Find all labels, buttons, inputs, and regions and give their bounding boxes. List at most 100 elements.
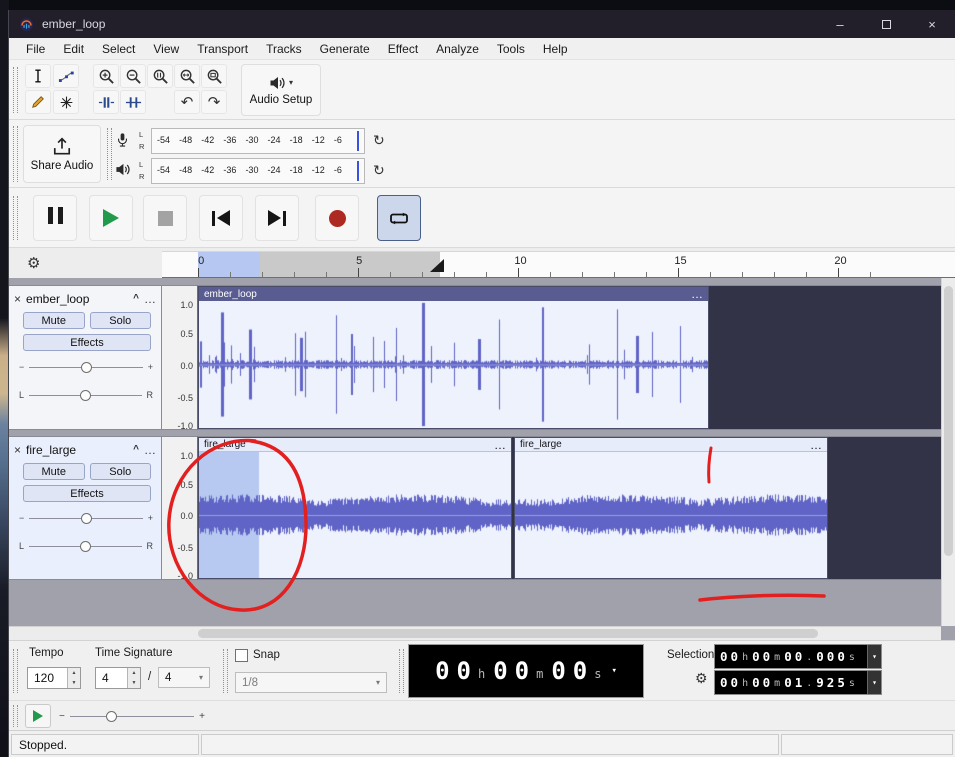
gain-slider[interactable]: − + xyxy=(19,360,153,374)
clip-fire-large-1[interactable]: fire_large … xyxy=(198,437,512,579)
solo-button[interactable]: Solo xyxy=(89,463,151,480)
speed-slider-thumb[interactable] xyxy=(105,710,117,722)
toolbar-grip[interactable] xyxy=(13,196,18,240)
menu-file[interactable]: File xyxy=(17,40,54,58)
chevron-down-icon[interactable]: ▾ xyxy=(867,645,881,668)
close-button[interactable]: × xyxy=(909,10,955,38)
meter-level-caret[interactable] xyxy=(357,161,359,181)
selection-options-gear-icon[interactable]: ⚙ xyxy=(695,670,708,687)
timeline-ruler[interactable]: 0 5 10 15 20 xyxy=(162,251,955,278)
menu-generate[interactable]: Generate xyxy=(311,40,379,58)
toolbar-grip[interactable] xyxy=(13,649,18,693)
snap-interval-select[interactable]: 1/8 ▾ xyxy=(235,672,387,693)
solo-button[interactable]: Solo xyxy=(89,312,151,329)
play-at-speed-button[interactable] xyxy=(25,704,51,728)
clip-menu-icon[interactable]: … xyxy=(691,288,703,300)
audio-setup-button[interactable]: ▾ Audio Setup xyxy=(241,64,321,116)
toolbar-grip[interactable] xyxy=(13,67,18,113)
track-close-icon[interactable]: × xyxy=(14,292,21,306)
snap-checkbox[interactable] xyxy=(235,649,248,662)
mute-button[interactable]: Mute xyxy=(23,312,85,329)
zoom-fit-button[interactable] xyxy=(174,64,200,88)
toolbar-grip[interactable] xyxy=(399,649,404,693)
menu-tools[interactable]: Tools xyxy=(488,40,534,58)
beats-spinner[interactable]: ▲ ▼ xyxy=(127,668,140,688)
redo-button[interactable]: ↷ xyxy=(201,90,227,114)
quick-play-marker[interactable] xyxy=(430,259,444,277)
zoom-selection-button[interactable] xyxy=(147,64,173,88)
silence-audio-button[interactable] xyxy=(120,90,146,114)
pan-slider-thumb[interactable] xyxy=(79,389,91,401)
menu-view[interactable]: View xyxy=(144,40,188,58)
menu-help[interactable]: Help xyxy=(534,40,577,58)
recording-meter-bar[interactable]: -54 -48 -42 -36 -30 -24 -18 -12 -6 xyxy=(151,128,365,154)
pan-slider[interactable]: L R xyxy=(19,388,153,402)
beat-unit-select[interactable]: 4 ▾ xyxy=(158,667,210,688)
track-lane[interactable]: fire_large … fire_large … xyxy=(198,436,942,580)
skip-to-end-button[interactable] xyxy=(255,195,299,241)
menu-select[interactable]: Select xyxy=(93,40,144,58)
effects-button[interactable]: Effects xyxy=(23,485,151,502)
skip-to-start-button[interactable] xyxy=(199,195,243,241)
menu-tracks[interactable]: Tracks xyxy=(257,40,311,58)
waveform-fire-large-1[interactable] xyxy=(199,452,511,578)
pause-button[interactable] xyxy=(33,195,77,241)
draw-tool-button[interactable] xyxy=(25,90,51,114)
playback-meter[interactable]: LR -54 -48 -42 -36 -30 -24 -18 -12 -6 ↻ xyxy=(115,158,403,184)
beats-per-measure-input[interactable]: 4 ▲ ▼ xyxy=(95,667,141,689)
multi-tool-button[interactable] xyxy=(53,90,79,114)
zoom-in-button[interactable] xyxy=(93,64,119,88)
effects-button[interactable]: Effects xyxy=(23,334,151,351)
clip-ember-loop[interactable]: ember_loop … xyxy=(198,286,709,429)
playback-meter-bar[interactable]: -54 -48 -42 -36 -30 -24 -18 -12 -6 xyxy=(151,158,365,184)
timeline-options-gear-icon[interactable]: ⚙ xyxy=(27,254,40,272)
audio-position-display[interactable]: 00 h 00 m 00 s ▾ xyxy=(409,645,643,697)
toolbar-grip[interactable] xyxy=(223,649,228,693)
vertical-scale-ruler[interactable]: 1.0 0.5 0.0 -0.5 -1.0 xyxy=(162,285,198,431)
undo-button[interactable]: ↶ xyxy=(174,90,200,114)
time-format-dropdown-icon[interactable]: ▾ xyxy=(612,666,617,676)
mute-button[interactable]: Mute xyxy=(23,463,85,480)
share-audio-button[interactable]: Share Audio xyxy=(23,125,101,183)
gain-slider[interactable]: − + xyxy=(19,511,153,525)
stop-button[interactable] xyxy=(143,195,187,241)
track-menu-icon[interactable]: … xyxy=(144,293,156,305)
toolbar-grip[interactable] xyxy=(13,126,18,182)
maximize-button[interactable] xyxy=(863,10,909,38)
pan-slider[interactable]: L R xyxy=(19,539,153,553)
tempo-spinner[interactable]: ▲ ▼ xyxy=(67,668,80,688)
trim-audio-button[interactable] xyxy=(93,90,119,114)
track-collapse-icon[interactable]: ^ xyxy=(133,293,139,304)
meter-options-icon[interactable]: ↻ xyxy=(373,132,385,149)
minimize-button[interactable]: – xyxy=(817,10,863,38)
playback-speed-slider[interactable]: − + xyxy=(59,705,205,727)
menu-analyze[interactable]: Analyze xyxy=(427,40,488,58)
zoom-out-button[interactable] xyxy=(120,64,146,88)
meter-level-caret[interactable] xyxy=(357,131,359,151)
vertical-scrollbar-thumb[interactable] xyxy=(944,286,953,556)
toolbar-grip[interactable] xyxy=(13,705,18,727)
chevron-down-icon[interactable]: ▾ xyxy=(867,671,881,694)
horizontal-scrollbar[interactable] xyxy=(9,626,941,640)
menu-transport[interactable]: Transport xyxy=(188,40,257,58)
selection-start-field[interactable]: 00 h 00 m 00. 000 s ▾ xyxy=(715,645,881,668)
vertical-scrollbar[interactable] xyxy=(941,278,955,626)
track-name[interactable]: ember_loop xyxy=(26,292,89,306)
waveform-ember-loop[interactable] xyxy=(199,301,708,428)
envelope-tool-button[interactable] xyxy=(53,64,79,88)
track-collapse-icon[interactable]: ^ xyxy=(133,444,139,455)
gain-slider-thumb[interactable] xyxy=(80,361,92,373)
tempo-input[interactable]: 120 ▲ ▼ xyxy=(27,667,81,689)
menu-effect[interactable]: Effect xyxy=(379,40,427,58)
clip-fire-large-2[interactable]: fire_large … xyxy=(514,437,828,579)
gain-slider-thumb[interactable] xyxy=(80,512,92,524)
selection-end-field[interactable]: 00 h 00 m 01. 925 s ▾ xyxy=(715,671,881,694)
vertical-scale-ruler[interactable]: 1.0 0.5 0.0 -0.5 -1.0 xyxy=(162,436,198,581)
toolbar-grip[interactable] xyxy=(107,128,112,180)
pan-slider-thumb[interactable] xyxy=(79,540,91,552)
track-name[interactable]: fire_large xyxy=(26,443,76,457)
waveform-fire-large-2[interactable] xyxy=(515,452,827,578)
selection-tool-button[interactable] xyxy=(25,64,51,88)
loop-button[interactable] xyxy=(377,195,421,241)
menu-edit[interactable]: Edit xyxy=(54,40,93,58)
